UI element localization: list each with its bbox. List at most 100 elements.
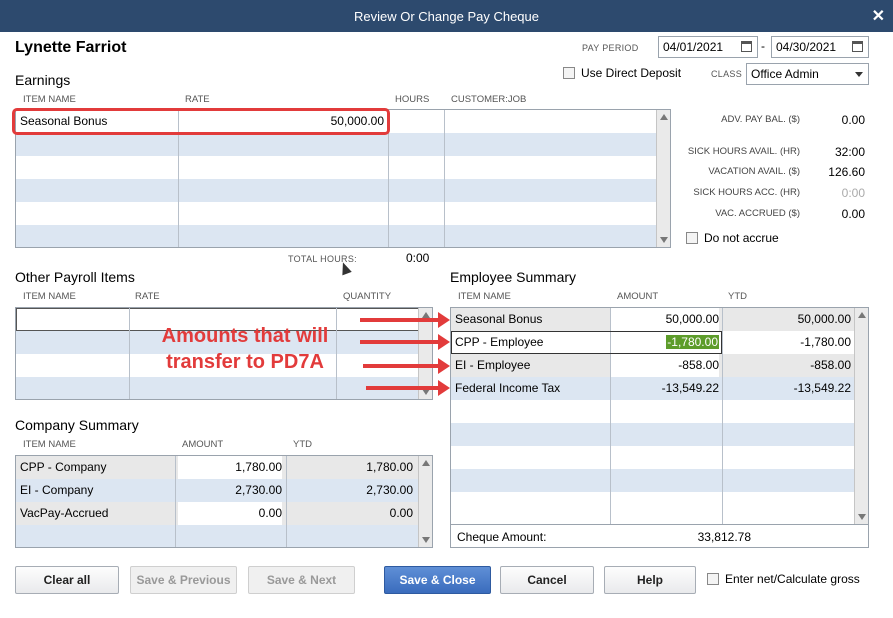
employee-item: Seasonal Bonus [455,312,543,326]
vac-accrued-value: 0.00 [841,207,865,221]
enter-net-checkbox[interactable] [707,573,719,585]
col-item-name: ITEM NAME [458,291,511,302]
employee-amount[interactable]: 50,000.00 [611,308,719,331]
do-not-accrue-option[interactable]: Do not accrue [686,231,779,245]
table-row[interactable] [16,525,419,547]
adv-pay-bal-label: ADV. PAY BAL. ($) [721,114,800,125]
table-row[interactable]: VacPay-Accrued 0.00 0.00 [16,502,419,525]
employee-summary-scrollbar[interactable] [854,308,868,524]
company-item: VacPay-Accrued [20,506,109,520]
earnings-header: ITEM NAME RATE HOURS CUSTOMER:JOB [15,94,671,108]
table-row[interactable] [16,133,657,156]
enter-net-label: Enter net/Calculate gross [725,572,860,586]
table-row[interactable]: EI - Employee -858.00 -858.00 [451,354,855,377]
annotation-arrow [360,312,450,328]
table-row[interactable] [451,446,855,469]
adv-pay-bal-value: 0.00 [841,113,865,127]
company-item: EI - Company [20,483,94,497]
annotation-arrow [363,358,450,374]
sick-hours-acc-value: 0:00 [841,186,865,200]
employee-amount[interactable]: -858.00 [611,354,719,377]
sick-hours-avail-value: 32:00 [834,145,865,159]
window-title: Review Or Change Pay Cheque [354,9,539,24]
pay-period-start-field[interactable]: 04/01/2021 [658,36,758,58]
company-summary-scrollbar[interactable] [418,456,432,547]
earnings-scrollbar[interactable] [656,110,670,247]
company-amount[interactable]: 0.00 [178,502,282,525]
selected-row-outline [451,331,722,354]
clear-all-button[interactable]: Clear all [15,566,119,594]
class-value: Office Admin [751,67,819,81]
employee-ytd: -13,549.22 [793,381,851,395]
calendar-icon[interactable] [852,41,863,52]
table-row[interactable] [451,492,855,515]
class-label: CLASS [711,69,743,79]
direct-deposit-checkbox[interactable] [563,67,575,79]
table-row[interactable] [451,400,855,423]
sick-hours-acc-label: SICK HOURS ACC. (HR) [693,187,800,198]
table-row[interactable]: CPP - Company 1,780.00 1,780.00 [16,456,419,479]
total-hours-value: 0:00 [406,251,430,265]
table-row[interactable]: Seasonal Bonus 50,000.00 50,000.00 [451,308,855,331]
annotation-text: Amounts that will transfer to PD7A [140,323,350,375]
col-item-name: ITEM NAME [23,94,76,105]
employee-summary-table[interactable]: Seasonal Bonus 50,000.00 50,000.00 CPP -… [450,307,869,525]
table-row[interactable]: Federal Income Tax -13,549.22 -13,549.22 [451,377,855,400]
col-amount: AMOUNT [617,291,659,302]
annotation-arrow [366,380,450,396]
employee-name: Lynette Farriot [15,39,127,56]
pay-period-start-value: 04/01/2021 [663,40,724,54]
earnings-title: Earnings [15,72,71,88]
col-ytd: YTD [728,291,747,302]
save-next-button[interactable]: Save & Next [248,566,355,594]
employee-item: EI - Employee [455,358,531,372]
table-row[interactable] [16,377,419,399]
col-amount: AMOUNT [182,439,224,450]
col-rate: RATE [135,291,160,302]
direct-deposit-label: Use Direct Deposit [581,66,682,80]
sick-hours-avail-label: SICK HOURS AVAIL. (HR) [687,146,800,157]
table-row[interactable] [451,423,855,446]
annotation-arrow [360,334,450,350]
cheque-amount-row: Cheque Amount: 33,812.78 [450,525,869,548]
do-not-accrue-label: Do not accrue [704,231,779,245]
company-summary-header: ITEM NAME AMOUNT YTD [15,439,433,453]
close-icon[interactable]: ✕ [872,6,885,26]
company-ytd: 1,780.00 [366,460,413,474]
annotation-line-2: transfer to PD7A [166,351,324,373]
col-customer-job: CUSTOMER:JOB [451,94,527,105]
pay-period-label: PAY PERIOD [582,43,639,53]
other-payroll-header: ITEM NAME RATE QUANTITY [15,291,433,305]
table-row[interactable]: EI - Company 2,730.00 2,730.00 [16,479,419,502]
calendar-icon[interactable] [741,41,752,52]
cheque-amount-label: Cheque Amount: [457,530,547,544]
company-summary-table[interactable]: CPP - Company 1,780.00 1,780.00 EI - Com… [15,455,433,548]
col-quantity: QUANTITY [343,291,392,302]
employee-summary-header: ITEM NAME AMOUNT YTD [450,291,869,305]
cancel-button[interactable]: Cancel [500,566,594,594]
company-amount[interactable]: 2,730.00 [178,483,282,497]
class-select[interactable]: Office Admin [746,63,869,85]
table-row[interactable] [16,179,657,202]
pay-period-end-field[interactable]: 04/30/2021 [771,36,869,58]
cheque-amount-value: 33,812.78 [697,530,751,544]
table-row[interactable] [451,469,855,492]
highlight-box [12,108,390,135]
employee-amount[interactable]: -13,549.22 [611,381,719,395]
pay-period-end-value: 04/30/2021 [776,40,837,54]
company-summary-title: Company Summary [15,417,139,433]
save-previous-button[interactable]: Save & Previous [130,566,237,594]
help-button[interactable]: Help [604,566,696,594]
enter-net-option[interactable]: Enter net/Calculate gross [707,572,860,586]
company-ytd: 2,730.00 [366,483,413,497]
company-amount[interactable]: 1,780.00 [178,456,282,479]
table-row[interactable] [16,202,657,225]
employee-item: Federal Income Tax [455,381,561,395]
table-row[interactable] [16,156,657,179]
direct-deposit-option[interactable]: Use Direct Deposit [563,66,681,80]
table-row[interactable] [16,225,657,247]
save-close-button[interactable]: Save & Close [384,566,491,594]
date-separator: - [761,39,765,53]
annotation-line-1: Amounts that will [161,325,329,347]
do-not-accrue-checkbox[interactable] [686,232,698,244]
